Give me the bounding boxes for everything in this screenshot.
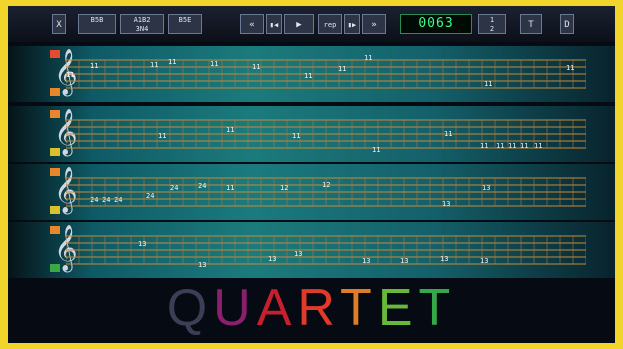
note-value[interactable]: 24 [146,192,154,200]
mode-t-button[interactable]: T [520,14,542,34]
note-value[interactable]: 24 [102,196,110,204]
track-4-grid [66,235,586,265]
logo-letter: Q [166,279,214,337]
track-1-staff[interactable]: 𝄞 11 11 11 11 11 11 11 11 11 11 11 [8,46,615,102]
fast-forward-button[interactable]: » [362,14,386,34]
note-value[interactable]: 11 [520,142,528,150]
close-button[interactable]: X [52,14,66,34]
logo-letter: E [377,279,419,337]
note-value[interactable]: 13 [294,250,302,258]
rewind-button[interactable]: « [240,14,264,34]
note-value[interactable]: 13 [400,257,408,265]
toolbar: X B5B A1B2 3N4 B5E « ▮◀ ▶ rep ▮▶ » 0063 … [8,6,615,42]
note-value[interactable]: 11 [66,71,74,79]
note-value[interactable]: 24 [90,196,98,204]
note-value[interactable]: 13 [440,255,448,263]
repeat-button[interactable]: rep [318,14,342,34]
note-value[interactable]: 24 [198,182,206,190]
logo-letter: A [256,279,298,337]
note-value[interactable]: 11 [480,142,488,150]
track-2-staff[interactable]: 𝄞 11 11 11 11 11 11 11 11 11 11 [8,106,615,162]
forward-button[interactable]: ▮▶ [344,14,360,34]
note-value[interactable]: 11 [338,65,346,73]
note-value[interactable]: 11 [168,58,176,66]
note-value[interactable]: 24 [114,196,122,204]
mode-button-1[interactable]: B5B [78,14,116,34]
tempo-button[interactable]: 1 2 [478,14,506,34]
logo-letter: R [297,279,341,337]
note-value[interactable]: 11 [372,146,380,154]
track-4-staff[interactable]: 𝄞 13 13 13 13 13 13 13 13 [8,222,615,278]
note-value[interactable]: 13 [362,257,370,265]
note-value[interactable]: 11 [364,54,372,62]
quartet-window: X B5B A1B2 3N4 B5E « ▮◀ ▶ rep ▮▶ » 0063 … [8,6,615,343]
note-value[interactable]: 11 [252,63,260,71]
note-value[interactable]: 12 [322,181,330,189]
note-value[interactable]: 11 [508,142,516,150]
play-button[interactable]: ▶ [284,14,314,34]
track-3-staff[interactable]: 𝄞 24 24 24 24 24 24 11 12 12 13 13 [8,164,615,220]
note-value[interactable]: 24 [170,184,178,192]
note-value[interactable]: 13 [482,184,490,192]
note-value[interactable]: 13 [198,261,206,269]
mode-button-3[interactable]: B5E [168,14,202,34]
note-value[interactable]: 11 [304,72,312,80]
logo-letter: T [418,279,457,337]
note-value[interactable]: 11 [566,64,574,72]
logo-letter: U [213,279,257,337]
note-value[interactable]: 13 [480,257,488,265]
note-value[interactable]: 11 [484,80,492,88]
extra-button[interactable]: D [560,14,574,34]
note-value[interactable]: 11 [150,61,158,69]
note-value[interactable]: 11 [444,130,452,138]
note-value[interactable]: 11 [90,62,98,70]
note-value[interactable]: 11 [496,142,504,150]
quartet-logo: QUARTET [8,274,615,343]
note-value[interactable]: 11 [534,142,542,150]
mode-button-2[interactable]: A1B2 3N4 [120,14,164,34]
note-value[interactable]: 13 [138,240,146,248]
note-value[interactable]: 13 [442,200,450,208]
track-1-grid [66,59,586,89]
note-value[interactable]: 11 [226,126,234,134]
note-value[interactable]: 11 [292,132,300,140]
note-value[interactable]: 13 [268,255,276,263]
note-value[interactable]: 11 [210,60,218,68]
logo-letter: T [340,279,378,337]
position-counter: 0063 [400,14,472,34]
back-button[interactable]: ▮◀ [266,14,282,34]
note-value[interactable]: 11 [158,132,166,140]
track-3-grid [66,177,586,207]
note-value[interactable]: 12 [280,184,288,192]
note-value[interactable]: 11 [226,184,234,192]
